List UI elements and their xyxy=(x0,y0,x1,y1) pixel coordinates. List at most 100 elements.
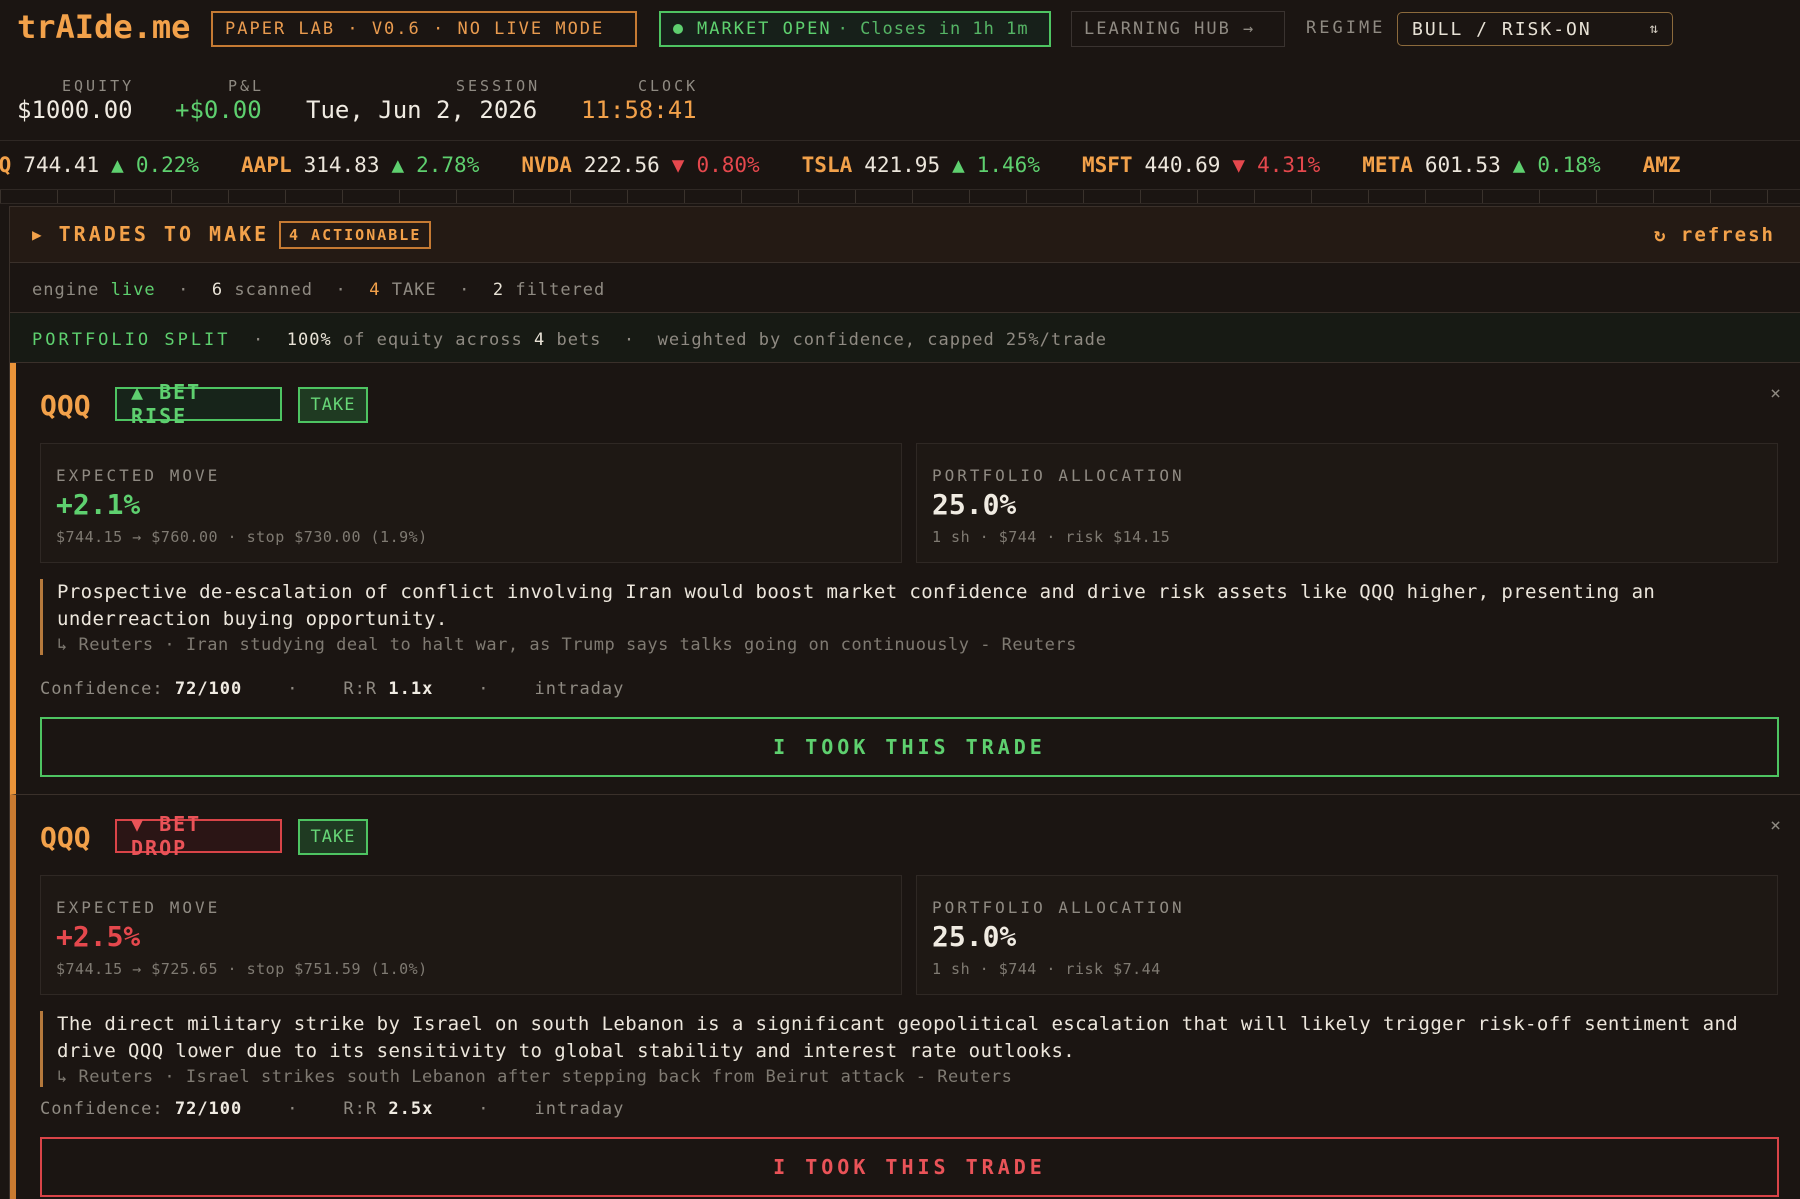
ticker-arrow-icon: ▼ xyxy=(1232,153,1246,177)
expected-move-label: EXPECTED MOVE xyxy=(56,898,221,917)
ticker-item[interactable]: TSLA 421.95 ▲ 1.46% xyxy=(802,153,1040,177)
allocation-value: 25.0% xyxy=(932,920,1017,953)
market-status-text: MARKET OPEN xyxy=(697,19,832,39)
filtered-label: filtered xyxy=(515,280,606,300)
bets-count: 4 xyxy=(533,330,546,350)
price-ticker: QQ 744.41 ▲ 0.22% AAPL 314.83 ▲ 2.78% NVDA 222.56… xyxy=(0,140,1800,190)
learning-hub-link[interactable]: LEARNING HUB → xyxy=(1071,11,1285,47)
expected-move-detail: $744.15 → $725.65 · stop $751.59 (1.0%) xyxy=(56,960,428,978)
portfolio-split-row: PORTFOLIO SPLIT · 100% of equity across … xyxy=(10,313,1800,363)
app-logo[interactable]: trAIde.me xyxy=(17,8,190,46)
regime-select-value: BULL / RISK-ON xyxy=(1412,18,1592,40)
allocation-detail: 1 sh · $744 · risk $7.44 xyxy=(932,960,1161,978)
take-count: 4 xyxy=(369,280,381,300)
refresh-button[interactable]: ↻ refresh xyxy=(1654,224,1775,246)
ticker-symbol: NVDA xyxy=(521,153,572,177)
ticker-price: 440.69 xyxy=(1144,153,1221,177)
ticker-price: 314.83 xyxy=(303,153,380,177)
direction-badge: ▲ BET RISE xyxy=(115,380,282,428)
allocation-detail: 1 sh · $744 · risk $14.15 xyxy=(932,528,1171,546)
trade-meta: Confidence: 72/100 · R:R 2.5x · intraday xyxy=(40,1099,624,1119)
ticker-symbol: AAPL xyxy=(241,153,292,177)
ticker-change: 0.22% xyxy=(135,153,200,177)
ticker-item[interactable]: NVDA 222.56 ▼ 0.80% xyxy=(521,153,759,177)
expected-move-box: EXPECTED MOVE +2.5% $744.15 → $725.65 · … xyxy=(40,875,902,995)
ticker-track: QQ 744.41 ▲ 0.22% AAPL 314.83 ▲ 2.78% NVDA 222.56… xyxy=(0,153,1759,177)
allocation-value: 25.0% xyxy=(932,488,1017,521)
ticker-item[interactable]: QQ 744.41 ▲ 0.22% xyxy=(0,153,199,177)
trade-card: QQQ ▼ BET DROP TAKE × EXPECTED MOVE +2.5… xyxy=(10,795,1800,1199)
took-trade-button[interactable]: I TOOK THIS TRADE xyxy=(40,717,1779,777)
confidence-value: 72/100 xyxy=(174,1099,243,1119)
ticker-symbol: TSLA xyxy=(801,153,853,177)
trades-panel-header[interactable]: ▶ TRADES TO MAKE 4 ACTIONABLE ↻ refresh xyxy=(10,207,1800,263)
ticker-symbol: MSFT xyxy=(1081,153,1133,177)
ticker-arrow-icon: ▲ xyxy=(952,153,965,177)
ticker-arrow-icon: ▲ xyxy=(391,153,405,177)
ticker-arrow-icon: ▲ xyxy=(1512,153,1526,177)
expected-move-label: EXPECTED MOVE xyxy=(56,466,221,485)
ticker-item[interactable]: META 601.53 ▲ 0.18% xyxy=(1362,153,1600,177)
ticker-symbol: AMZ xyxy=(1642,153,1681,177)
horizon-value: intraday xyxy=(534,1099,625,1119)
ticker-item[interactable]: MSFT 440.69 ▼ 4.31% xyxy=(1082,153,1320,177)
expand-triangle-icon: ▶ xyxy=(32,224,45,244)
session-value: Tue, Jun 2, 2026 xyxy=(306,96,538,124)
market-open-dot-icon xyxy=(673,24,683,34)
rr-label: R:R xyxy=(343,679,378,699)
dismiss-close-icon[interactable]: × xyxy=(1770,383,1781,404)
market-closes-text: · Closes in 1h 1m xyxy=(837,19,1029,39)
portfolio-allocation-box: PORTFOLIO ALLOCATION 25.0% 1 sh · $744 ·… xyxy=(916,443,1778,563)
trade-thesis: Prospective de-escalation of conflict in… xyxy=(40,579,1780,655)
regime-select[interactable]: BULL / RISK-ON ⇅ xyxy=(1397,12,1673,46)
took-trade-button[interactable]: I TOOK THIS TRADE xyxy=(40,1137,1779,1197)
trades-panel-title-text: TRADES TO MAKE xyxy=(58,222,270,246)
ticker-change: 2.78% xyxy=(416,153,480,177)
ticker-price: 744.41 xyxy=(23,153,100,177)
allocation-label: PORTFOLIO ALLOCATION xyxy=(932,466,1185,485)
ticker-change: 1.46% xyxy=(976,153,1040,177)
ticker-change: 4.31% xyxy=(1257,153,1321,177)
rr-value: 2.5x xyxy=(388,1099,434,1119)
regime-label: REGIME xyxy=(1306,18,1386,38)
thesis-text: Prospective de-escalation of conflict in… xyxy=(57,581,1656,630)
trade-meta: Confidence: 72/100 · R:R 1.1x · intraday xyxy=(40,679,624,699)
separator: · xyxy=(623,330,636,350)
pnl-value: +$0.00 xyxy=(175,96,262,124)
trades-panel: ▶ TRADES TO MAKE 4 ACTIONABLE ↻ refresh … xyxy=(9,206,1800,1199)
split-text: of equity across xyxy=(342,330,523,350)
ticker-symbol: META xyxy=(1362,153,1413,177)
expected-move-value: +2.5% xyxy=(56,920,141,953)
ticker-item[interactable]: AAPL 314.83 ▲ 2.78% xyxy=(241,153,479,177)
ticker-scale xyxy=(0,190,1800,204)
dismiss-close-icon[interactable]: × xyxy=(1770,815,1781,836)
trade-symbol: QQQ xyxy=(40,389,91,422)
trade-card: QQQ ▲ BET RISE TAKE × EXPECTED MOVE +2.1… xyxy=(10,363,1800,795)
expected-move-box: EXPECTED MOVE +2.1% $744.15 → $760.00 · … xyxy=(40,443,902,563)
confidence-value: 72/100 xyxy=(174,679,243,699)
allocation-label: PORTFOLIO ALLOCATION xyxy=(932,898,1185,917)
scanned-count: 6 xyxy=(211,280,224,300)
scanned-label: scanned xyxy=(234,280,313,300)
trades-panel-title[interactable]: ▶ TRADES TO MAKE xyxy=(32,222,269,246)
take-label: TAKE xyxy=(391,280,437,300)
engine-label: engine xyxy=(32,280,100,300)
actionable-count-badge: 4 ACTIONABLE xyxy=(279,221,432,249)
clock-value: 11:58:41 xyxy=(581,96,697,124)
thesis-text: The direct military strike by Israel on … xyxy=(57,1013,1739,1062)
ticker-symbol: QQ xyxy=(0,153,11,177)
separator: · xyxy=(178,280,190,300)
pnl-label: P&L xyxy=(228,77,265,95)
news-source-link[interactable]: ↳ Reuters · Iran studying deal to halt w… xyxy=(57,635,1780,655)
rr-label: R:R xyxy=(343,1099,378,1119)
select-arrows-icon: ⇅ xyxy=(1649,21,1658,37)
take-badge: TAKE xyxy=(298,387,368,423)
ticker-item[interactable]: AMZ xyxy=(1643,153,1717,177)
ticker-price: 222.56 xyxy=(583,153,660,177)
confidence-label: Confidence: xyxy=(40,1099,164,1119)
expected-move-value: +2.1% xyxy=(56,488,141,521)
news-source-link[interactable]: ↳ Reuters · Israel strikes south Lebanon… xyxy=(57,1067,1780,1087)
separator: · xyxy=(459,280,471,300)
rr-value: 1.1x xyxy=(388,679,434,699)
separator: · xyxy=(335,280,347,300)
